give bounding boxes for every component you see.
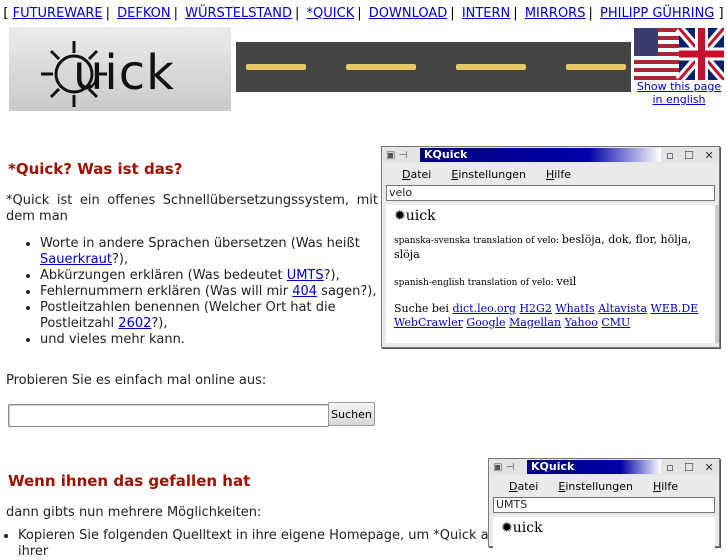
engine-link: H2G2	[519, 302, 552, 315]
maximize-icon: ☐	[684, 460, 695, 474]
feature-list: Worte in andere Sprachen übersetzen (Was…	[22, 236, 380, 348]
query-field: velo	[386, 185, 715, 201]
options-list: Kopieren Sie folgenden Quelltext in ihre…	[8, 528, 508, 560]
engine-link: Altavista	[598, 302, 648, 315]
engine-link: Magellan	[509, 316, 562, 329]
if-you-liked-heading: Wenn ihnen das gefallen hat	[8, 472, 251, 490]
nav-bracket-open: [	[3, 6, 9, 21]
list-item: Postleitzahlen benennen (Welcher Ort hat…	[40, 300, 380, 332]
engine-link: CMU	[601, 316, 631, 329]
road-marking	[246, 64, 306, 70]
road-marking	[346, 64, 416, 70]
menu-hilfe: Hilfe	[545, 167, 571, 181]
search-engine-links: Suche bei dict.leo.org H2G2 WhatIs Altav…	[394, 302, 699, 329]
minimize-icon: ▫	[666, 460, 674, 474]
search-input[interactable]	[8, 404, 329, 427]
search-button[interactable]: Suchen	[328, 402, 375, 426]
road-marking	[566, 64, 626, 70]
menu-hilfe: Hilfe	[652, 479, 678, 493]
translation-line: spanish-english translation of velo: vei…	[394, 275, 577, 288]
small-quick-logo: ✹uick	[501, 520, 543, 536]
nav-link-defkon[interactable]: DEFKON	[117, 6, 170, 21]
list-item: Fehlernummern erklären (Was will mir 404…	[40, 284, 380, 300]
example-link-sauerkraut[interactable]: Sauerkraut	[40, 252, 112, 267]
scrollbar	[715, 205, 719, 343]
menu-einstellungen: Einstellungen	[451, 167, 526, 181]
english-page-link[interactable]: Show this page in english	[631, 80, 727, 106]
translation-line: spanska-svenska translation of velo: bes…	[394, 233, 692, 261]
example-link-404[interactable]: 404	[292, 284, 317, 299]
list-item: Kopieren Sie folgenden Quelltext in ihre…	[18, 528, 508, 560]
window-menu-icon: ▣ ⊣	[386, 149, 408, 161]
query-field: UMTS	[493, 497, 715, 513]
close-icon: ✕	[704, 148, 714, 162]
minimize-icon: ▫	[666, 148, 674, 162]
window-menu-icon: ▣ ⊣	[493, 461, 515, 473]
intro-text: *Quick ist ein offenes Schnellübersetzun…	[6, 193, 378, 224]
what-is-quick-heading: *Quick? Was ist das?	[8, 160, 183, 178]
top-navigation: [ FUTUREWARE | DEFKON | WÜRSTELSTAND | *QUI…	[3, 6, 724, 21]
nav-link-quick[interactable]: *QUICK	[307, 6, 355, 21]
nav-link-wuerstelstand[interactable]: WÜRSTELSTAND	[185, 6, 292, 21]
window-title: KQuick	[420, 148, 661, 162]
small-quick-logo: ✹uick	[394, 208, 436, 224]
nav-bracket-close: ]	[718, 6, 724, 21]
kquick-window-screenshot: ▣ ⊣ KQuick ▫ ☐ ✕ Datei Einstellungen Hilfe…	[381, 146, 720, 348]
list-item: Worte in andere Sprachen übersetzen (Was…	[40, 236, 380, 268]
menu-einstellungen: Einstellungen	[558, 479, 633, 493]
engine-link: WhatIs	[555, 302, 595, 315]
result-pane: ✹uick spanska-svenska translation of vel…	[386, 205, 719, 343]
menu-datei: Datei	[509, 479, 539, 493]
window-title: KQuick	[527, 460, 661, 474]
engine-link: Google	[466, 316, 506, 329]
nav-link-philipp-guehring[interactable]: PHILIPP GÜHRING	[600, 6, 714, 21]
quick-logo: uick	[9, 27, 231, 111]
list-item: Abkürzungen erklären (Was bedeutet UMTS?…	[40, 268, 380, 284]
logo-text: uick	[73, 45, 175, 101]
nav-link-intern[interactable]: INTERN	[462, 6, 510, 21]
kquick-window-screenshot-2: ▣ ⊣ KQuick ▫ ☐ ✕ Datei Einstellungen Hilfe…	[488, 458, 720, 551]
try-online-text: Probieren Sie es einfach mal online aus:	[6, 373, 267, 388]
engine-link: dict.leo.org	[452, 302, 516, 315]
example-link-umts[interactable]: UMTS	[287, 268, 324, 283]
menu-datei: Datei	[402, 167, 432, 181]
result-pane: ✹uick	[493, 517, 715, 551]
maximize-icon: ☐	[684, 148, 695, 162]
road-banner	[236, 42, 631, 92]
list-item: und vieles mehr kann.	[40, 332, 380, 348]
engine-link: Yahoo	[564, 316, 598, 329]
road-marking	[456, 64, 526, 70]
nav-link-futureware[interactable]: FUTUREWARE	[13, 6, 103, 21]
nav-link-mirrors[interactable]: MIRRORS	[525, 6, 586, 21]
engine-link: WEB.DE	[650, 302, 699, 315]
engine-link: WebCrawler	[394, 316, 463, 329]
options-text: dann gibts nun mehrere Möglichkeiten:	[6, 505, 262, 520]
close-icon: ✕	[704, 460, 714, 474]
example-link-2602[interactable]: 2602	[118, 316, 151, 331]
nav-link-download[interactable]: DOWNLOAD	[369, 6, 448, 21]
uk-flag-icon[interactable]	[634, 28, 724, 80]
